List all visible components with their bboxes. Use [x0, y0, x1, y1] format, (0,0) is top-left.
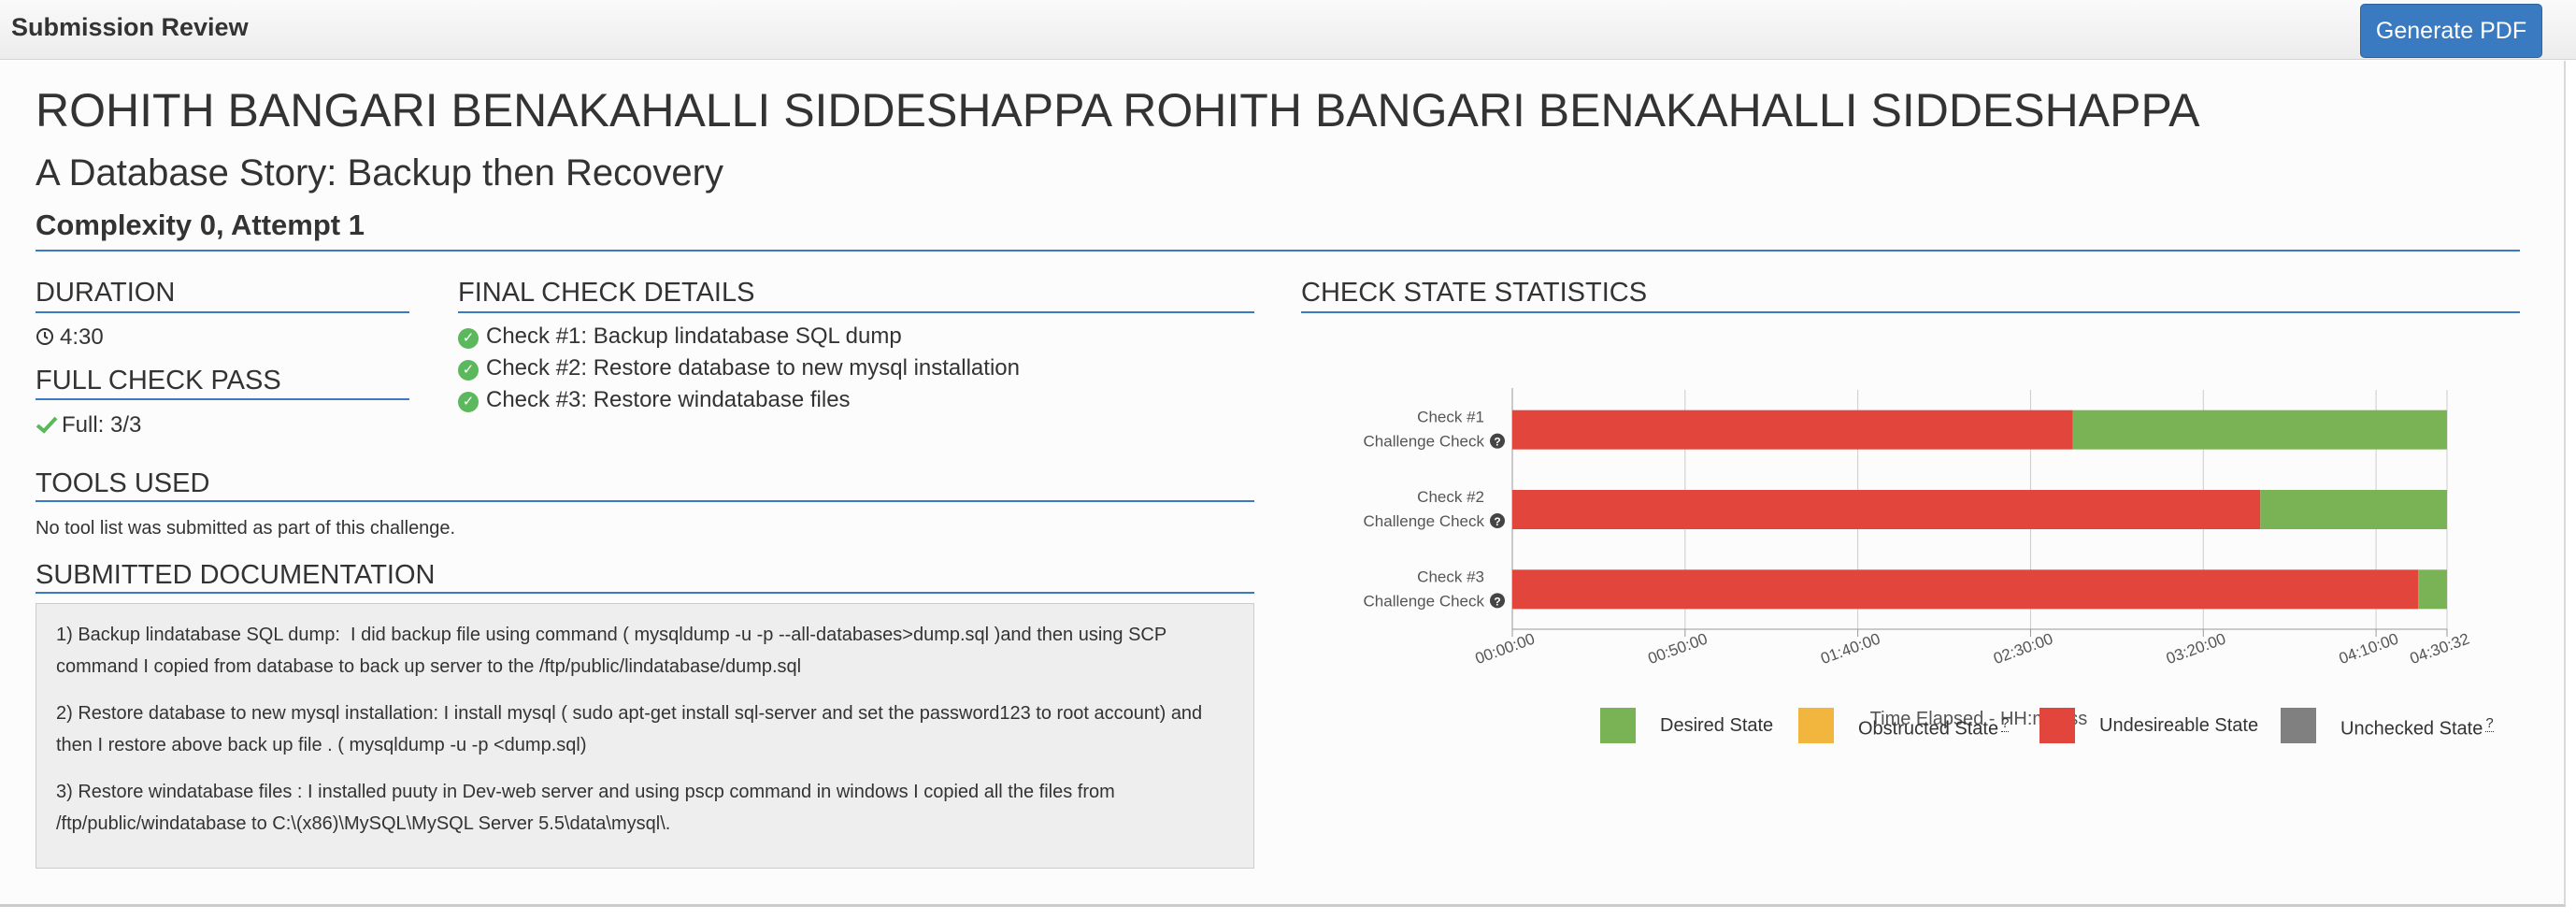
x-tick-label: 00:50:00 [1646, 630, 1710, 668]
legend-label[interactable]: Undesireable State [2099, 715, 2258, 737]
y-category-sublabel: Challenge Check [1364, 512, 1485, 530]
full-check-value: Full: 3/3 [62, 412, 142, 438]
svg-text:?: ? [1494, 436, 1500, 449]
full-check-heading: FULL CHECK PASS [36, 366, 281, 395]
final-check-item: ✓ Check #2: Restore database to new mysql… [458, 355, 1020, 381]
check-circle-icon: ✓ [458, 328, 479, 349]
legend-label[interactable]: Unchecked State? [2340, 715, 2494, 740]
legend-swatch[interactable] [1600, 708, 1636, 743]
documentation-paragraph: 3) Restore windatabase files : I install… [56, 782, 1121, 834]
legend-label[interactable]: Obstructed State? [1858, 715, 2010, 740]
tools-text: No tool list was submitted as part of th… [36, 518, 456, 539]
y-category-label: Check #2 [1417, 488, 1484, 506]
stats-divider [1301, 311, 2520, 313]
final-check-heading: FINAL CHECK DETAILS [458, 278, 755, 308]
documentation-paragraph: 1) Backup lindatabase SQL dump: I did ba… [56, 625, 1172, 677]
question-circle-icon[interactable]: ? [1490, 513, 1505, 528]
legend-swatch[interactable] [2281, 708, 2316, 743]
complexity-attempt: Complexity 0, Attempt 1 [36, 208, 365, 241]
documentation-box: 1) Backup lindatabase SQL dump: I did ba… [36, 603, 1254, 869]
x-tick-label: 01:40:00 [1818, 630, 1882, 668]
final-check-label: Check #2: Restore database to new mysql … [486, 355, 1020, 381]
header-divider [36, 250, 2520, 252]
check-circle-icon: ✓ [458, 392, 479, 412]
final-check-item: ✓ Check #3: Restore windatabase files [458, 387, 851, 413]
submission-panel: ROHITH BANGARI BENAKAHALLI SIDDESHAPPA R… [0, 61, 2566, 907]
final-check-label: Check #3: Restore windatabase files [486, 387, 851, 412]
final-check-divider [458, 311, 1254, 313]
help-tooltip-icon[interactable]: ? [2001, 715, 2010, 732]
tools-divider [36, 500, 1254, 502]
bar-segment [1512, 490, 2261, 529]
legend-swatch[interactable] [2039, 708, 2075, 743]
bar-segment [1512, 569, 2419, 610]
x-tick-label: 03:20:00 [2164, 630, 2228, 668]
duration-heading: DURATION [36, 278, 176, 308]
documentation-heading: SUBMITTED DOCUMENTATION [36, 560, 436, 590]
svg-text:?: ? [1494, 515, 1500, 528]
stats-heading: CHECK STATE STATISTICS [1301, 278, 1648, 308]
x-tick-label: 00:00:00 [1473, 630, 1538, 668]
top-bar: Submission Review Generate PDF [0, 0, 2576, 60]
check-state-chart: Check #1 Challenge Check ? Check #2 Challeng… [1364, 388, 2472, 729]
duration-value: 4:30 [60, 324, 104, 350]
final-check-item: ✓ Check #1: Backup lindatabase SQL dump [458, 323, 902, 350]
y-category-sublabel: Challenge Check [1364, 433, 1485, 451]
question-circle-icon[interactable]: ? [1490, 433, 1505, 449]
checkmark-icon [36, 416, 58, 434]
bar-segment [2418, 569, 2447, 610]
question-circle-icon[interactable]: ? [1490, 593, 1505, 609]
x-tick-label: 02:30:00 [1991, 630, 2055, 668]
svg-text:?: ? [1494, 595, 1500, 608]
legend-swatch[interactable] [1798, 708, 1834, 743]
tools-heading: TOOLS USED [36, 468, 210, 498]
generate-pdf-button[interactable]: Generate PDF [2360, 4, 2542, 58]
x-tick-label: 04:30:32 [2408, 630, 2472, 668]
documentation-paragraph: 2) Restore database to new mysql install… [56, 703, 1208, 755]
y-category-sublabel: Challenge Check [1364, 592, 1485, 610]
x-tick-label: 04:10:00 [2337, 630, 2401, 668]
bar-segment [2260, 490, 2447, 529]
documentation-divider [36, 592, 1254, 594]
chart-legend: Desired State Obstructed State? Undesireab… [1589, 698, 2524, 755]
bar-segment [1512, 410, 2073, 450]
final-check-label: Check #1: Backup lindatabase SQL dump [486, 323, 902, 349]
full-check-row: Full: 3/3 [36, 412, 141, 438]
bar-segment [2072, 410, 2447, 450]
duration-divider [36, 311, 409, 313]
duration-row: 4:30 [36, 324, 104, 351]
legend-label[interactable]: Desired State [1660, 715, 1773, 737]
student-name: ROHITH BANGARI BENAKAHALLI SIDDESHAPPA R… [36, 84, 2200, 137]
help-tooltip-icon[interactable]: ? [2485, 715, 2494, 732]
check-circle-icon: ✓ [458, 360, 479, 381]
page-header-title: Submission Review [11, 13, 249, 41]
full-check-divider [36, 398, 409, 400]
y-category-label: Check #1 [1417, 409, 1484, 426]
y-category-label: Check #3 [1417, 568, 1484, 585]
clock-icon [36, 328, 53, 345]
challenge-title: A Database Story: Backup then Recovery [36, 152, 723, 194]
